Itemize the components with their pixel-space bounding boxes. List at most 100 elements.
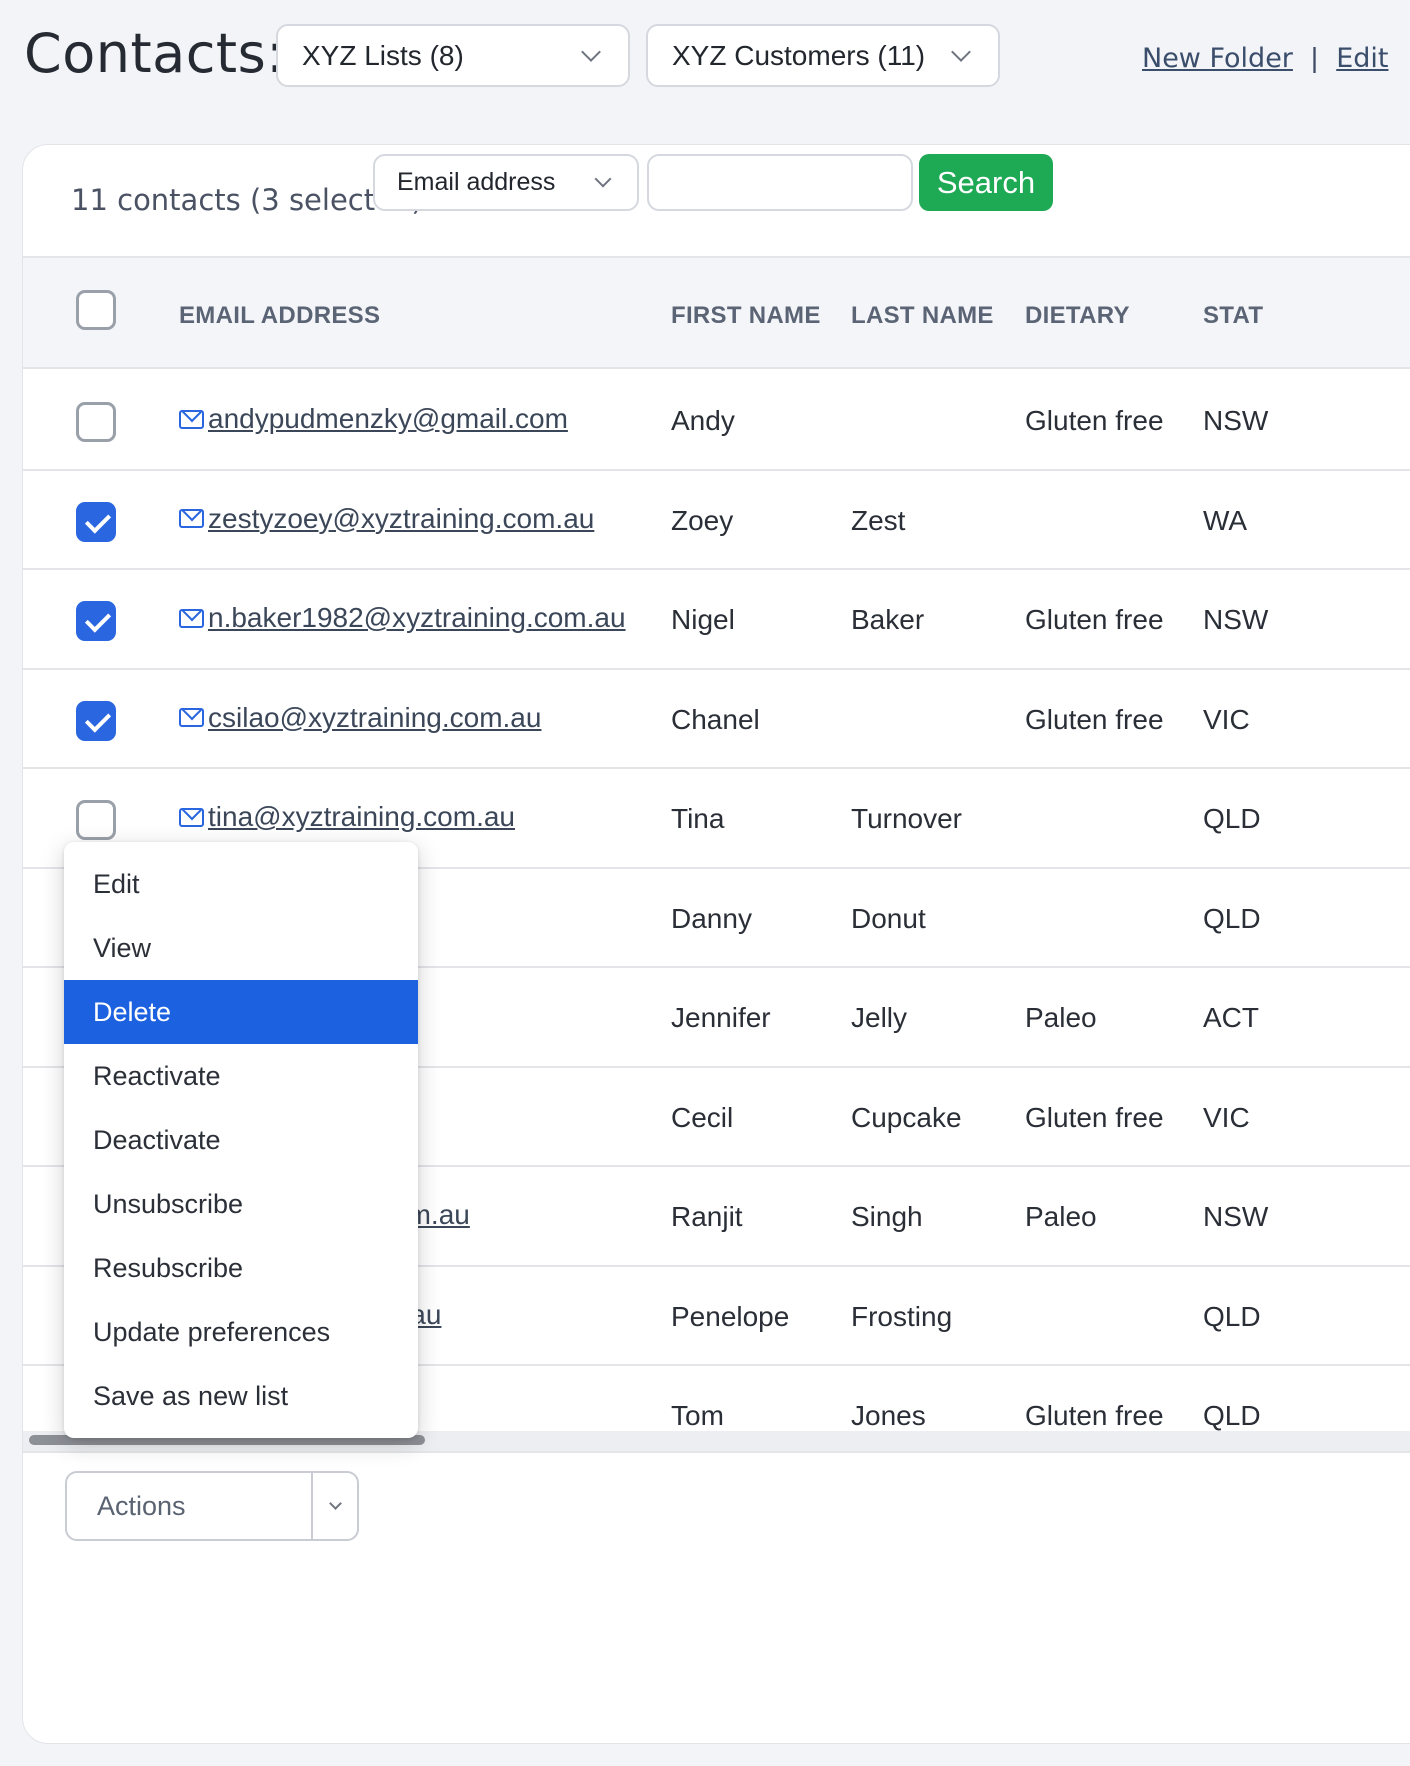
folder-select[interactable]: XYZ Customers (11) xyxy=(646,24,1000,87)
email-link[interactable]: tina@xyztraining.com.au xyxy=(208,801,515,833)
last-name-cell: Baker xyxy=(851,604,925,635)
envelope-icon xyxy=(179,807,204,827)
email-link[interactable]: andypudmenzky@gmail.com xyxy=(208,403,568,435)
chevron-down-icon xyxy=(581,41,601,62)
table-row[interactable]: n.baker1982@xyztraining.com.au Nigel Baker… xyxy=(23,570,1410,670)
actions-dropdown[interactable]: Actions xyxy=(65,1471,359,1541)
actions-label: Actions xyxy=(97,1490,186,1521)
column-header-last-name[interactable]: LAST NAME xyxy=(851,302,994,330)
row-checkbox[interactable] xyxy=(76,800,116,840)
menu-item-resubscribe[interactable]: Resubscribe xyxy=(64,1236,418,1300)
folder-select-label: XYZ Customers (11) xyxy=(672,39,926,71)
dietary-cell: Paleo xyxy=(1025,1002,1097,1033)
email-cell: tina@xyztraining.com.au xyxy=(179,801,515,833)
envelope-icon xyxy=(179,708,204,727)
chevron-down-icon xyxy=(328,1496,342,1510)
state-cell: NSW xyxy=(1203,1201,1269,1232)
last-name-cell: Jones xyxy=(851,1400,926,1431)
menu-item-edit[interactable]: Edit xyxy=(64,852,418,916)
contact-count: 11 contacts (3 selected) xyxy=(71,183,423,217)
actions-toggle[interactable] xyxy=(311,1473,357,1539)
header-links: New Folder | Edit xyxy=(1142,42,1389,74)
first-name-cell: Danny xyxy=(671,902,752,934)
last-name-cell: Singh xyxy=(851,1201,923,1232)
menu-item-unsubscribe[interactable]: Unsubscribe xyxy=(64,1172,418,1236)
last-name-cell: Cupcake xyxy=(851,1101,962,1133)
select-all-checkbox[interactable] xyxy=(76,290,116,330)
state-cell: ACT xyxy=(1203,1002,1259,1033)
column-header-first-name[interactable]: FIRST NAME xyxy=(671,302,821,330)
search-button[interactable]: Search xyxy=(919,154,1053,211)
menu-item-save-as-new-list[interactable]: Save as new list xyxy=(64,1364,418,1428)
column-header-email[interactable]: EMAIL ADDRESS xyxy=(179,302,380,330)
state-cell: WA xyxy=(1203,504,1248,536)
list-select-label: XYZ Lists (8) xyxy=(302,39,464,71)
state-cell: QLD xyxy=(1203,803,1261,834)
field-select[interactable]: Email address xyxy=(373,154,639,211)
state-cell: NSW xyxy=(1203,405,1269,436)
search-input[interactable] xyxy=(647,154,913,211)
email-link[interactable]: csilao@xyztraining.com.au xyxy=(208,702,541,734)
first-name-cell: Andy xyxy=(671,405,735,436)
row-checkbox[interactable] xyxy=(76,700,116,741)
email-cell: zestyzoey@xyztraining.com.au xyxy=(179,503,594,535)
link-separator: | xyxy=(1310,42,1319,73)
column-header-dietary[interactable]: DIETARY xyxy=(1025,302,1130,330)
list-select[interactable]: XYZ Lists (8) xyxy=(276,24,630,87)
dietary-cell: Gluten free xyxy=(1025,703,1164,735)
last-name-cell: Zest xyxy=(851,504,906,536)
email-cell: andypudmenzky@gmail.com xyxy=(179,403,568,435)
state-cell: VIC xyxy=(1203,703,1250,735)
state-cell: NSW xyxy=(1203,604,1269,635)
email-link[interactable]: n.baker1982@xyztraining.com.au xyxy=(208,602,626,634)
menu-item-view[interactable]: View xyxy=(64,916,418,980)
last-name-cell: Jelly xyxy=(851,1002,908,1033)
first-name-cell: Penelope xyxy=(671,1300,790,1332)
dietary-cell: Gluten free xyxy=(1025,1101,1164,1133)
chevron-down-icon xyxy=(951,41,971,62)
menu-item-reactivate[interactable]: Reactivate xyxy=(64,1044,418,1108)
envelope-icon xyxy=(179,608,204,628)
menu-item-deactivate[interactable]: Deactivate xyxy=(64,1108,418,1172)
envelope-icon xyxy=(179,509,204,528)
table-row[interactable]: zestyzoey@xyztraining.com.au Zoey Zest WA xyxy=(23,470,1410,570)
first-name-cell: Jennifer xyxy=(671,1002,771,1033)
row-checkbox[interactable] xyxy=(76,601,116,641)
dietary-cell: Gluten free xyxy=(1025,1400,1164,1431)
menu-item-delete[interactable]: Delete xyxy=(64,980,418,1044)
first-name-cell: Ranjit xyxy=(671,1201,743,1232)
table-footer: Actions xyxy=(23,1451,1410,1561)
email-cell: csilao@xyztraining.com.au xyxy=(179,702,541,734)
table-row[interactable]: andypudmenzky@gmail.com Andy Gluten free NS… xyxy=(23,371,1410,471)
actions-menu: Edit View Delete Reactivate Deactivate Unsubs… xyxy=(64,842,418,1438)
state-cell: VIC xyxy=(1203,1101,1250,1133)
new-folder-link[interactable]: New Folder xyxy=(1142,43,1293,74)
first-name-cell: Chanel xyxy=(671,703,760,735)
dietary-cell: Paleo xyxy=(1025,1201,1097,1232)
state-cell: QLD xyxy=(1203,1400,1261,1431)
edit-link[interactable]: Edit xyxy=(1336,43,1388,74)
last-name-cell: Turnover xyxy=(851,803,963,834)
chevron-down-icon xyxy=(594,170,612,187)
table-row[interactable]: csilao@xyztraining.com.au Chanel Gluten fr… xyxy=(23,669,1410,769)
first-name-cell: Tina xyxy=(671,803,725,834)
field-select-label: Email address xyxy=(397,168,556,196)
table-header: EMAIL ADDRESS FIRST NAME LAST NAME DIETA… xyxy=(23,258,1410,369)
toolbar: 11 contacts (3 selected) Email address S… xyxy=(23,145,1410,258)
column-header-state[interactable]: STAT xyxy=(1203,302,1263,330)
first-name-cell: Zoey xyxy=(671,504,734,536)
state-cell: QLD xyxy=(1203,902,1261,934)
row-checkbox[interactable] xyxy=(76,501,116,542)
email-link[interactable]: zestyzoey@xyztraining.com.au xyxy=(208,503,594,535)
row-checkbox[interactable] xyxy=(76,402,116,442)
last-name-cell: Donut xyxy=(851,902,926,934)
dietary-cell: Gluten free xyxy=(1025,604,1164,635)
last-name-cell: Frosting xyxy=(851,1300,953,1332)
email-cell: n.baker1982@xyztraining.com.au xyxy=(179,602,626,634)
state-cell: QLD xyxy=(1203,1300,1261,1332)
page-title: Contacts: xyxy=(24,22,285,85)
envelope-icon xyxy=(179,409,204,429)
first-name-cell: Cecil xyxy=(671,1101,734,1133)
menu-item-update-preferences[interactable]: Update preferences xyxy=(64,1300,418,1364)
first-name-cell: Nigel xyxy=(671,604,735,635)
